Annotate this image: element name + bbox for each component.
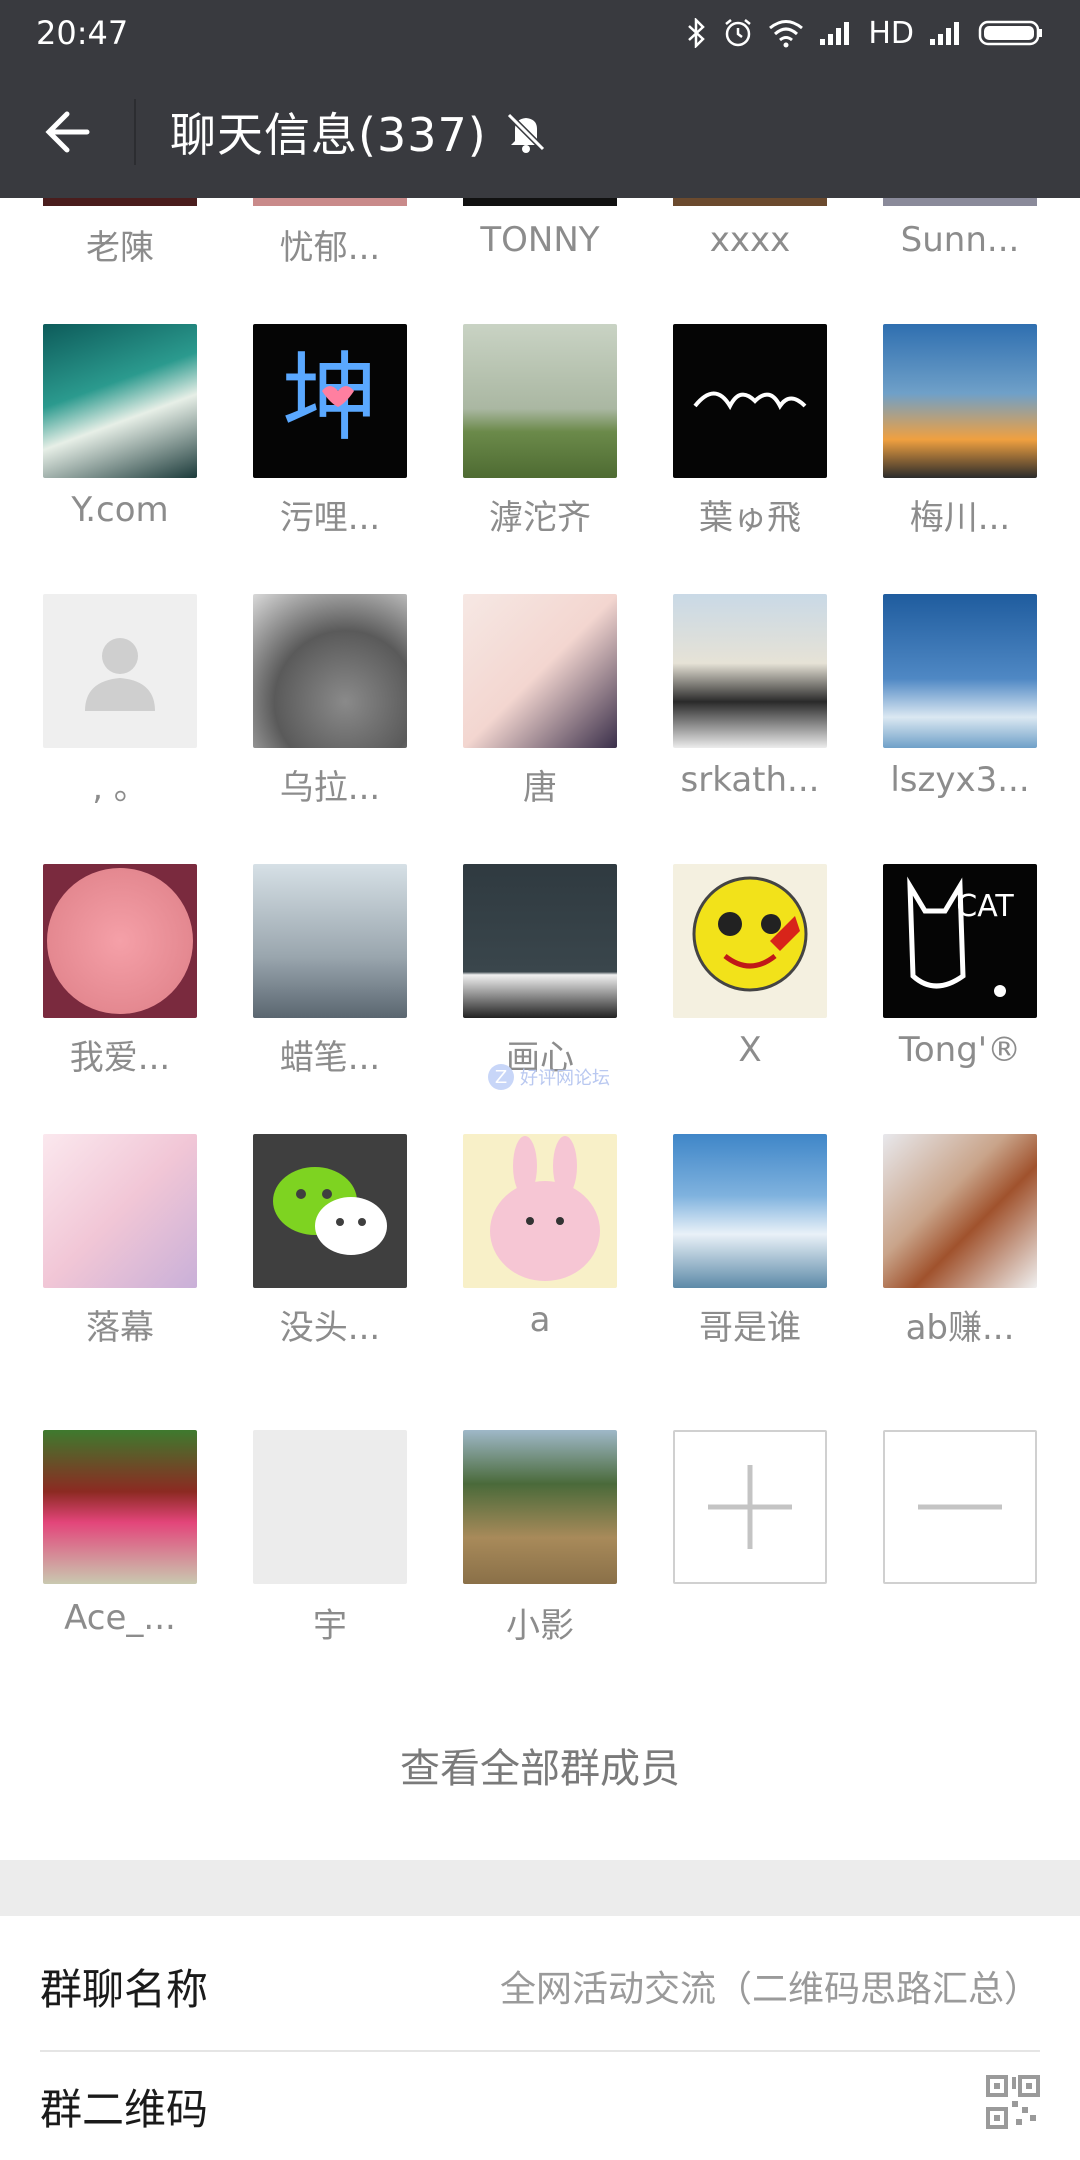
member-name[interactable]: 宇 [210,1598,450,1647]
title-divider [134,99,136,165]
section-gap [0,1860,1080,1916]
member-avatar[interactable] [463,1430,617,1584]
status-icons: HD [686,16,1044,51]
member-name[interactable]: TONNY [420,220,660,260]
remove-member-button[interactable] [883,1430,1037,1584]
member-avatar[interactable] [463,324,617,478]
group-name-value: 全网活动交流（二维码思路汇总） [499,1969,1040,2010]
member-avatar[interactable] [43,324,197,478]
alarm-icon [725,19,752,47]
qr-code-icon [986,2074,1040,2138]
member-avatar[interactable] [673,1134,827,1288]
member-name[interactable]: 我爱... [0,1030,240,1079]
svg-text:CAT: CAT [956,889,1014,924]
battery-icon [978,20,1042,46]
member-avatar[interactable] [673,324,827,478]
add-member-button[interactable] [673,1430,827,1584]
member-name[interactable]: Ace_... [0,1598,240,1638]
bell-off-icon [503,109,549,155]
member-name[interactable]: 葉ゅ飛 [630,490,870,539]
member-avatar[interactable] [253,1134,407,1288]
group-qr-row[interactable]: 群二维码 [40,2052,1040,2160]
watermark: Z 好评网论坛 [488,1064,610,1090]
member-name[interactable]: Y.com [0,490,240,530]
member-avatar[interactable] [463,594,617,748]
member-avatar[interactable] [43,1134,197,1288]
status-bar: 20:47 HD [0,0,1080,66]
member-name[interactable]: 老陳 [0,220,240,269]
member-avatar[interactable] [883,324,1037,478]
plus-icon [708,1465,792,1549]
title-bar: 聊天信息(337) [0,66,1080,198]
member-avatar[interactable] [463,1134,617,1288]
member-avatar[interactable] [253,1430,407,1584]
member-avatar[interactable] [883,1134,1037,1288]
member-avatar[interactable]: 坤 [253,324,407,478]
member-name[interactable]: , 。 [0,760,240,809]
group-name-label: 群聊名称 [40,1964,209,2014]
member-name[interactable]: 落幕 [0,1300,240,1349]
member-name[interactable]: 没头... [210,1300,450,1349]
member-avatar[interactable] [43,1430,197,1584]
member-avatar[interactable] [43,864,197,1018]
member-name[interactable]: 小影 [420,1598,660,1647]
minus-icon [918,1504,1002,1510]
member-name[interactable]: 滹沱齐 [420,490,660,539]
member-partial-avatar [253,198,407,206]
member-avatar[interactable] [463,864,617,1018]
view-all-members-link[interactable]: 查看全部群成员 [0,1736,1080,1794]
member-avatar[interactable] [253,594,407,748]
wifi-icon [769,20,804,48]
signal-icon [820,22,850,45]
group-qr-label: 群二维码 [40,2084,209,2134]
member-name[interactable]: ab赚... [840,1300,1080,1349]
watermark-logo-icon: Z [488,1064,514,1090]
member-avatar[interactable] [253,864,407,1018]
member-name[interactable]: Sunn... [840,220,1080,260]
default-avatar-icon [85,638,155,711]
member-name[interactable]: 梅川... [840,490,1080,539]
member-avatar[interactable] [673,864,827,1018]
member-name[interactable]: Tong'® [840,1030,1080,1070]
group-name-row[interactable]: 群聊名称 全网活动交流（二维码思路汇总） [40,1920,1040,2052]
back-button[interactable] [0,66,134,198]
member-name[interactable]: 蜡笔... [210,1030,450,1079]
member-name[interactable]: X [630,1030,870,1070]
network-label: HD [868,15,914,51]
member-name[interactable]: lszyx3... [840,760,1080,800]
member-partial-avatar [463,198,617,206]
signal-icon-2 [930,22,959,45]
arrow-left-icon [45,111,90,153]
member-partial-avatar [883,198,1037,206]
member-name[interactable]: 乌拉... [210,760,450,809]
member-partial-avatar [43,198,197,206]
member-avatar[interactable] [883,594,1037,748]
member-name[interactable]: 污哩... [210,490,450,539]
member-partial-avatar [673,198,827,206]
member-avatar[interactable] [673,594,827,748]
member-name[interactable]: 唐 [420,760,660,809]
member-name[interactable]: 哥是谁 [630,1300,870,1349]
member-name[interactable]: xxxx [630,220,870,260]
member-name[interactable]: 忧郁... [210,220,450,269]
member-avatar[interactable] [43,594,197,748]
member-name[interactable]: srkath... [630,760,870,800]
page-title: 聊天信息(337) [170,108,487,162]
watermark-text: 好评网论坛 [520,1068,610,1089]
status-time: 20:47 [36,14,129,52]
wechat-icon [273,1167,387,1255]
member-avatar[interactable]: CAT [883,864,1037,1018]
bluetooth-icon [688,18,706,48]
member-name[interactable]: a [420,1300,660,1340]
